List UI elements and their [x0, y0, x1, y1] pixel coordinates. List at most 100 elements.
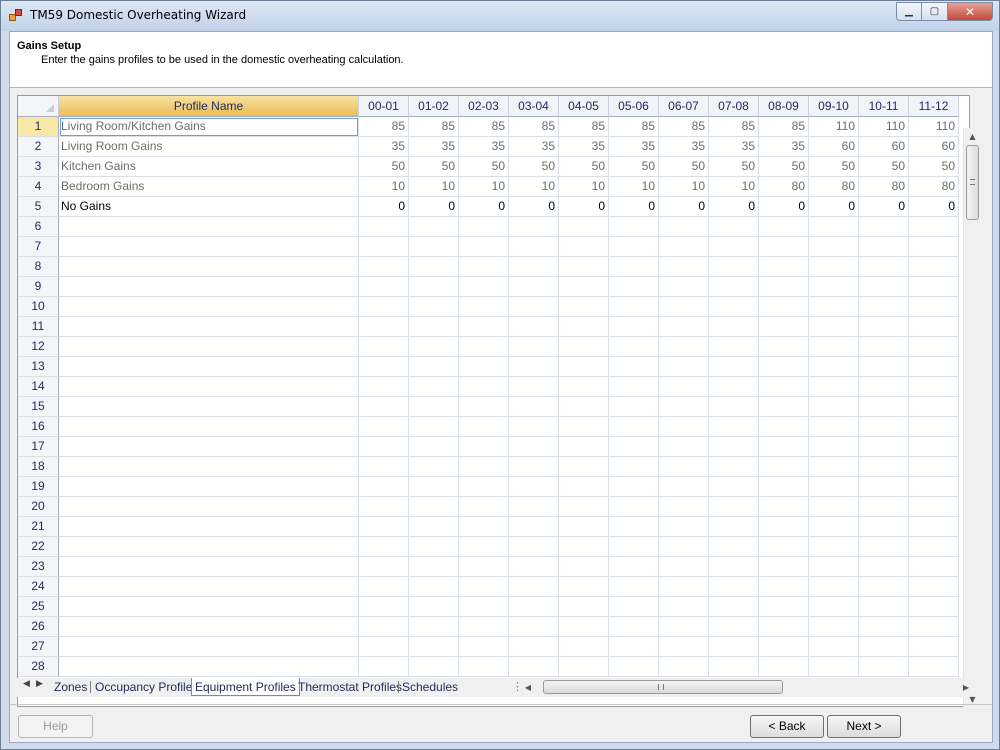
gain-value-cell[interactable] — [409, 497, 459, 517]
profile-name-cell[interactable]: No Gains — [59, 197, 359, 217]
gain-value-cell[interactable] — [459, 657, 509, 677]
gain-value-cell[interactable] — [409, 437, 459, 457]
gain-value-cell[interactable] — [509, 617, 559, 637]
gain-value-cell[interactable] — [409, 257, 459, 277]
gain-value-cell[interactable] — [409, 277, 459, 297]
gain-value-cell[interactable]: 110 — [859, 117, 909, 137]
gain-value-cell[interactable]: 50 — [559, 157, 609, 177]
gain-value-cell[interactable]: 110 — [909, 117, 959, 137]
gain-value-cell[interactable] — [459, 337, 509, 357]
horizontal-scroll-thumb[interactable] — [543, 680, 783, 694]
gain-value-cell[interactable] — [509, 657, 559, 677]
gain-value-cell[interactable] — [709, 277, 759, 297]
gain-value-cell[interactable] — [509, 497, 559, 517]
profile-name-cell[interactable] — [59, 237, 359, 257]
column-header-hour[interactable]: 08-09 — [759, 96, 809, 117]
gain-value-cell[interactable] — [759, 537, 809, 557]
profile-name-cell[interactable] — [59, 297, 359, 317]
gain-value-cell[interactable] — [409, 297, 459, 317]
column-header-hour[interactable]: 11-12 — [909, 96, 959, 117]
gain-value-cell[interactable] — [359, 597, 409, 617]
gain-value-cell[interactable] — [609, 417, 659, 437]
gain-value-cell[interactable]: 0 — [659, 197, 709, 217]
gain-value-cell[interactable] — [459, 377, 509, 397]
gain-value-cell[interactable] — [759, 617, 809, 637]
gain-value-cell[interactable] — [809, 497, 859, 517]
gain-value-cell[interactable] — [509, 597, 559, 617]
gain-value-cell[interactable] — [459, 317, 509, 337]
gain-value-cell[interactable] — [609, 437, 659, 457]
gain-value-cell[interactable] — [609, 457, 659, 477]
gain-value-cell[interactable]: 35 — [709, 137, 759, 157]
gain-value-cell[interactable] — [609, 517, 659, 537]
gain-value-cell[interactable] — [509, 237, 559, 257]
gain-value-cell[interactable]: 10 — [359, 177, 409, 197]
gain-value-cell[interactable] — [709, 417, 759, 437]
gain-value-cell[interactable] — [509, 437, 559, 457]
row-header[interactable]: 1 — [18, 117, 59, 137]
gain-value-cell[interactable] — [709, 317, 759, 337]
row-header[interactable]: 22 — [18, 537, 59, 557]
gain-value-cell[interactable] — [559, 637, 609, 657]
gain-value-cell[interactable] — [559, 537, 609, 557]
gain-value-cell[interactable] — [409, 377, 459, 397]
gain-value-cell[interactable] — [409, 557, 459, 577]
gain-value-cell[interactable] — [459, 217, 509, 237]
gain-value-cell[interactable] — [509, 257, 559, 277]
gain-value-cell[interactable] — [759, 237, 809, 257]
gain-value-cell[interactable]: 50 — [659, 157, 709, 177]
gain-value-cell[interactable]: 35 — [659, 137, 709, 157]
gain-value-cell[interactable] — [409, 577, 459, 597]
gain-value-cell[interactable] — [559, 237, 609, 257]
gain-value-cell[interactable] — [359, 217, 409, 237]
gain-value-cell[interactable] — [909, 317, 959, 337]
gain-value-cell[interactable]: 10 — [709, 177, 759, 197]
gain-value-cell[interactable] — [909, 297, 959, 317]
gain-value-cell[interactable] — [909, 517, 959, 537]
gain-value-cell[interactable]: 35 — [609, 137, 659, 157]
gain-value-cell[interactable] — [509, 477, 559, 497]
gain-value-cell[interactable] — [509, 557, 559, 577]
next-button[interactable]: Next > — [827, 715, 901, 738]
gain-value-cell[interactable] — [709, 517, 759, 537]
gain-value-cell[interactable]: 60 — [859, 137, 909, 157]
gain-value-cell[interactable]: 0 — [759, 197, 809, 217]
gain-value-cell[interactable] — [659, 277, 709, 297]
gain-value-cell[interactable] — [809, 577, 859, 597]
gain-value-cell[interactable] — [559, 297, 609, 317]
gain-value-cell[interactable] — [809, 297, 859, 317]
column-header-hour[interactable]: 10-11 — [859, 96, 909, 117]
profile-name-cell[interactable] — [59, 417, 359, 437]
gain-value-cell[interactable] — [509, 277, 559, 297]
gain-value-cell[interactable] — [609, 497, 659, 517]
gain-value-cell[interactable] — [809, 517, 859, 537]
gain-value-cell[interactable] — [609, 317, 659, 337]
profile-name-cell[interactable] — [59, 457, 359, 477]
close-button[interactable]: ✕ — [948, 2, 993, 21]
gain-value-cell[interactable] — [609, 577, 659, 597]
gain-value-cell[interactable] — [859, 337, 909, 357]
gain-value-cell[interactable] — [659, 417, 709, 437]
gain-value-cell[interactable]: 0 — [859, 197, 909, 217]
gain-value-cell[interactable] — [459, 597, 509, 617]
gain-value-cell[interactable] — [859, 477, 909, 497]
gain-value-cell[interactable] — [709, 357, 759, 377]
gain-value-cell[interactable] — [759, 497, 809, 517]
gain-value-cell[interactable] — [909, 617, 959, 637]
gain-value-cell[interactable]: 50 — [859, 157, 909, 177]
gain-value-cell[interactable]: 0 — [559, 197, 609, 217]
gain-value-cell[interactable] — [659, 317, 709, 337]
gain-value-cell[interactable] — [709, 617, 759, 637]
tab-equipment-profiles[interactable]: Equipment Profiles — [191, 678, 300, 696]
select-all-corner[interactable] — [18, 96, 59, 117]
gain-value-cell[interactable] — [859, 537, 909, 557]
gain-value-cell[interactable] — [659, 217, 709, 237]
gain-value-cell[interactable] — [609, 297, 659, 317]
gain-value-cell[interactable] — [659, 357, 709, 377]
gain-value-cell[interactable] — [409, 217, 459, 237]
gain-value-cell[interactable] — [409, 637, 459, 657]
gain-value-cell[interactable] — [909, 577, 959, 597]
gain-value-cell[interactable] — [559, 557, 609, 577]
gain-value-cell[interactable] — [909, 457, 959, 477]
gain-value-cell[interactable] — [659, 497, 709, 517]
